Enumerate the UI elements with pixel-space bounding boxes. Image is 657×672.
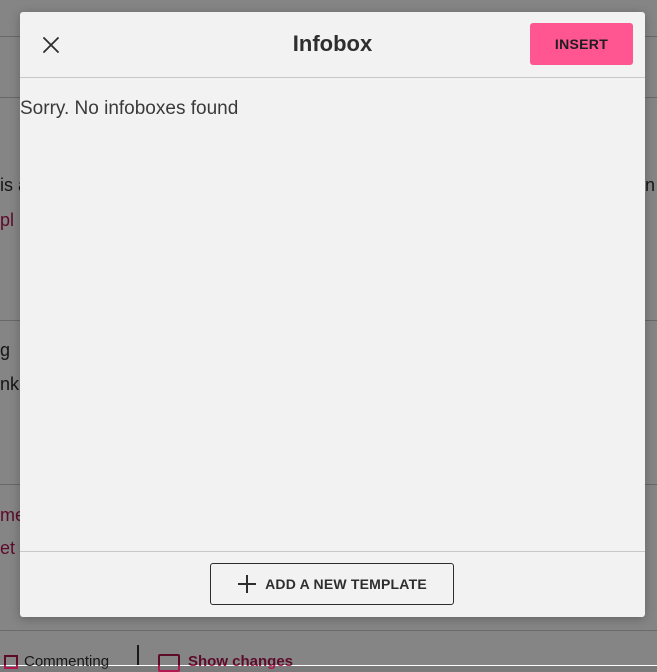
dialog-footer: ADD A NEW TEMPLATE [20,551,645,617]
plus-icon [237,574,257,594]
add-new-template-label: ADD A NEW TEMPLATE [265,576,427,592]
dialog-header: Infobox INSERT [20,12,645,78]
insert-button[interactable]: INSERT [530,23,633,65]
empty-state-message: Sorry. No infoboxes found [20,98,239,119]
dialog-body: Sorry. No infoboxes found [20,78,645,551]
infobox-dialog: Infobox INSERT Sorry. No infoboxes found… [20,12,645,617]
add-new-template-button[interactable]: ADD A NEW TEMPLATE [210,563,454,605]
